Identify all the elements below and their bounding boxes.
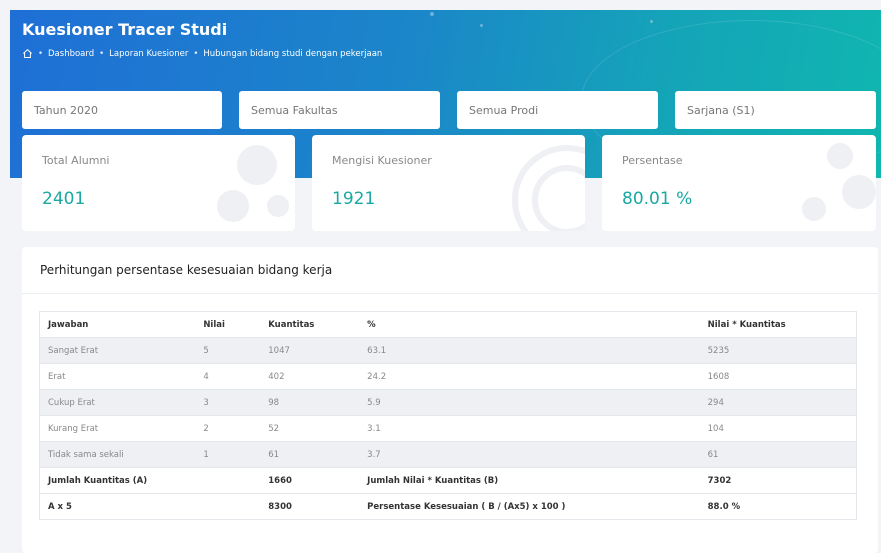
filter-fakultas[interactable]: Semua Fakultas bbox=[239, 91, 440, 129]
table-row: Cukup Erat 3 98 5.9 294 bbox=[39, 389, 857, 416]
cell-kuantitas: 52 bbox=[260, 415, 360, 442]
summary-empty bbox=[195, 467, 261, 494]
cell-nilai-kuantitas: 104 bbox=[699, 415, 857, 442]
cell-nilai: 4 bbox=[195, 363, 261, 390]
cell-percent: 63.1 bbox=[359, 337, 700, 364]
stat-label: Mengisi Kuesioner bbox=[332, 154, 432, 167]
cell-nilai: 2 bbox=[195, 415, 261, 442]
cell-nilai-kuantitas: 1608 bbox=[699, 363, 857, 390]
summary-value: 8300 bbox=[260, 493, 360, 520]
breadcrumb: • Dashboard • Laporan Kuesioner • Hubung… bbox=[22, 48, 382, 59]
summary-label: A x 5 bbox=[39, 493, 196, 520]
filter-tahun[interactable]: Tahun 2020 bbox=[22, 91, 222, 129]
summary-label: Persentase Kesesuaian ( B / (Ax5) x 100 … bbox=[359, 493, 700, 520]
stat-value: 2401 bbox=[42, 189, 86, 209]
column-header-kuantitas: Kuantitas bbox=[260, 311, 360, 338]
summary-row: A x 5 8300 Persentase Kesesuaian ( B / (… bbox=[39, 493, 857, 520]
table-header-row: Jawaban Nilai Kuantitas % Nilai * Kuanti… bbox=[39, 311, 857, 338]
cell-nilai-kuantitas: 61 bbox=[699, 441, 857, 468]
cell-kuantitas: 402 bbox=[260, 363, 360, 390]
cell-jawaban: Tidak sama sekali bbox=[39, 441, 196, 468]
stat-card-persentase: Persentase 80.01 % bbox=[602, 135, 876, 231]
cell-percent: 3.7 bbox=[359, 441, 700, 468]
table-row: Sangat Erat 5 1047 63.1 5235 bbox=[39, 337, 857, 364]
cell-percent: 5.9 bbox=[359, 389, 700, 416]
panel-title: Perhitungan persentase kesesuaian bidang… bbox=[40, 263, 333, 277]
stat-value: 1921 bbox=[332, 189, 376, 209]
card-decoration bbox=[217, 190, 249, 222]
breadcrumb-item-laporan[interactable]: Laporan Kuesioner bbox=[109, 49, 188, 59]
cell-nilai-kuantitas: 5235 bbox=[699, 337, 857, 364]
summary-value: 88.0 % bbox=[699, 493, 857, 520]
filter-prodi[interactable]: Semua Prodi bbox=[457, 91, 658, 129]
column-header-nilai-kuantitas: Nilai * Kuantitas bbox=[699, 311, 857, 338]
filter-tahun-value: Tahun 2020 bbox=[34, 103, 99, 117]
stat-label: Persentase bbox=[622, 154, 683, 167]
calculation-panel: Perhitungan persentase kesesuaian bidang… bbox=[22, 247, 878, 553]
summary-value: 7302 bbox=[699, 467, 857, 494]
home-icon[interactable] bbox=[22, 48, 33, 59]
card-decoration bbox=[237, 145, 277, 185]
cell-percent: 3.1 bbox=[359, 415, 700, 442]
page-title: Kuesioner Tracer Studi bbox=[22, 20, 228, 39]
header-decoration-dot bbox=[650, 20, 653, 23]
stat-card-mengisi-kuesioner: Mengisi Kuesioner 1921 bbox=[312, 135, 585, 231]
cell-jawaban: Cukup Erat bbox=[39, 389, 196, 416]
card-decoration bbox=[267, 195, 289, 217]
table-row: Kurang Erat 2 52 3.1 104 bbox=[39, 415, 857, 442]
cell-jawaban: Sangat Erat bbox=[39, 337, 196, 364]
cell-percent: 24.2 bbox=[359, 363, 700, 390]
summary-label: Jumlah Nilai * Kuantitas (B) bbox=[359, 467, 700, 494]
column-header-jawaban: Jawaban bbox=[39, 311, 196, 338]
stat-card-total-alumni: Total Alumni 2401 bbox=[22, 135, 295, 231]
filter-jenjang-value: Sarjana (S1) bbox=[687, 103, 755, 117]
breadcrumb-item-current: Hubungan bidang studi dengan pekerjaan bbox=[203, 48, 383, 59]
cell-nilai-kuantitas: 294 bbox=[699, 389, 857, 416]
card-decoration bbox=[842, 175, 876, 209]
header-decoration-dot bbox=[430, 12, 434, 16]
card-decoration bbox=[827, 143, 853, 169]
summary-value: 1660 bbox=[260, 467, 360, 494]
summary-empty bbox=[195, 493, 261, 520]
cell-jawaban: Kurang Erat bbox=[39, 415, 196, 442]
results-table: Jawaban Nilai Kuantitas % Nilai * Kuanti… bbox=[39, 311, 857, 520]
filter-prodi-value: Semua Prodi bbox=[469, 103, 539, 117]
summary-row: Jumlah Kuantitas (A) 1660 Jumlah Nilai *… bbox=[39, 467, 857, 494]
cell-kuantitas: 61 bbox=[260, 441, 360, 468]
cell-kuantitas: 1047 bbox=[260, 337, 360, 364]
stat-value: 80.01 % bbox=[622, 189, 693, 209]
column-header-percent: % bbox=[359, 311, 700, 338]
column-header-nilai: Nilai bbox=[195, 311, 261, 338]
cell-jawaban: Erat bbox=[39, 363, 196, 390]
divider bbox=[22, 293, 878, 294]
cell-nilai: 5 bbox=[195, 337, 261, 364]
filter-fakultas-value: Semua Fakultas bbox=[251, 103, 338, 117]
table-row: Erat 4 402 24.2 1608 bbox=[39, 363, 857, 390]
card-decoration bbox=[802, 197, 826, 221]
cell-nilai: 3 bbox=[195, 389, 261, 416]
cell-nilai: 1 bbox=[195, 441, 261, 468]
header-decoration-dot bbox=[480, 24, 483, 27]
summary-label: Jumlah Kuantitas (A) bbox=[39, 467, 196, 494]
breadcrumb-item-dashboard[interactable]: Dashboard bbox=[48, 49, 94, 59]
stat-label: Total Alumni bbox=[42, 154, 110, 167]
filter-jenjang[interactable]: Sarjana (S1) bbox=[675, 91, 876, 129]
cell-kuantitas: 98 bbox=[260, 389, 360, 416]
table-row: Tidak sama sekali 1 61 3.7 61 bbox=[39, 441, 857, 468]
